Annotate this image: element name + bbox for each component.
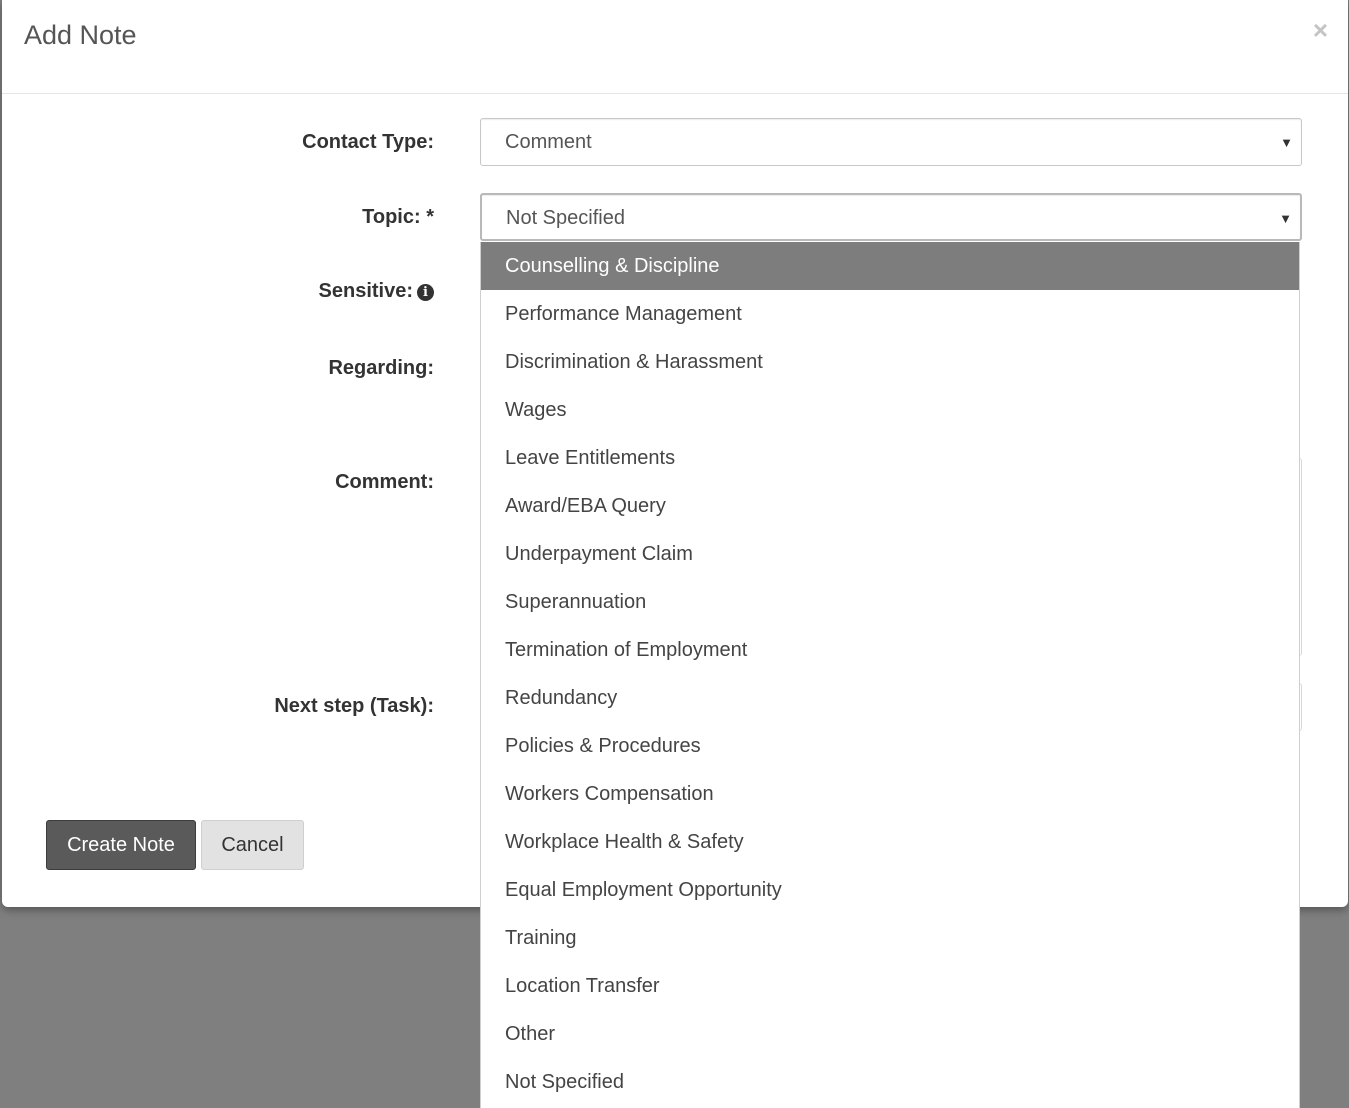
topic-option[interactable]: Underpayment Claim	[481, 530, 1299, 578]
topic-option[interactable]: Leave Entitlements	[481, 434, 1299, 482]
chevron-down-icon: ▼	[1279, 211, 1292, 226]
topic-option[interactable]: Training	[481, 914, 1299, 962]
next-step-label: Next step (Task):	[274, 695, 434, 717]
topic-value: Not Specified	[506, 207, 625, 229]
contact-type-select[interactable]: Comment ▼	[480, 118, 1302, 166]
topic-option[interactable]: Workplace Health & Safety	[481, 818, 1299, 866]
create-note-button[interactable]: Create Note	[46, 820, 196, 870]
topic-option[interactable]: Workers Compensation	[481, 770, 1299, 818]
cancel-button[interactable]: Cancel	[201, 820, 304, 870]
info-circle-icon[interactable]: i	[417, 284, 434, 301]
topic-option[interactable]: Award/EBA Query	[481, 482, 1299, 530]
topic-option[interactable]: Superannuation	[481, 578, 1299, 626]
topic-option[interactable]: Discrimination & Harassment	[481, 338, 1299, 386]
topic-option[interactable]: Counselling & Discipline	[481, 242, 1299, 290]
topic-dropdown-list: Counselling & Discipline Performance Mana…	[480, 242, 1300, 1108]
regarding-label: Regarding:	[328, 357, 434, 379]
topic-select[interactable]: Not Specified ▼	[480, 193, 1302, 241]
topic-option[interactable]: Other	[481, 1010, 1299, 1058]
sensitive-label: Sensitive: i	[319, 280, 434, 303]
topic-option[interactable]: Wages	[481, 386, 1299, 434]
topic-label: Topic: *	[362, 206, 434, 228]
topic-option[interactable]: Equal Employment Opportunity	[481, 866, 1299, 914]
comment-label: Comment:	[335, 471, 434, 493]
contact-type-label: Contact Type:	[302, 131, 434, 153]
chevron-down-icon: ▼	[1280, 135, 1293, 150]
topic-option[interactable]: Performance Management	[481, 290, 1299, 338]
topic-option[interactable]: Not Specified	[481, 1058, 1299, 1106]
sensitive-label-text: Sensitive:	[318, 280, 413, 302]
topic-option[interactable]: Policies & Procedures	[481, 722, 1299, 770]
topic-option[interactable]: Termination of Employment	[481, 626, 1299, 674]
topic-option[interactable]: Location Transfer	[481, 962, 1299, 1010]
modal-title: Add Note	[24, 20, 137, 50]
close-icon[interactable]: ×	[1313, 16, 1328, 44]
modal-header: Add Note ×	[2, 0, 1348, 94]
contact-type-value: Comment	[505, 131, 592, 153]
topic-option[interactable]: Redundancy	[481, 674, 1299, 722]
